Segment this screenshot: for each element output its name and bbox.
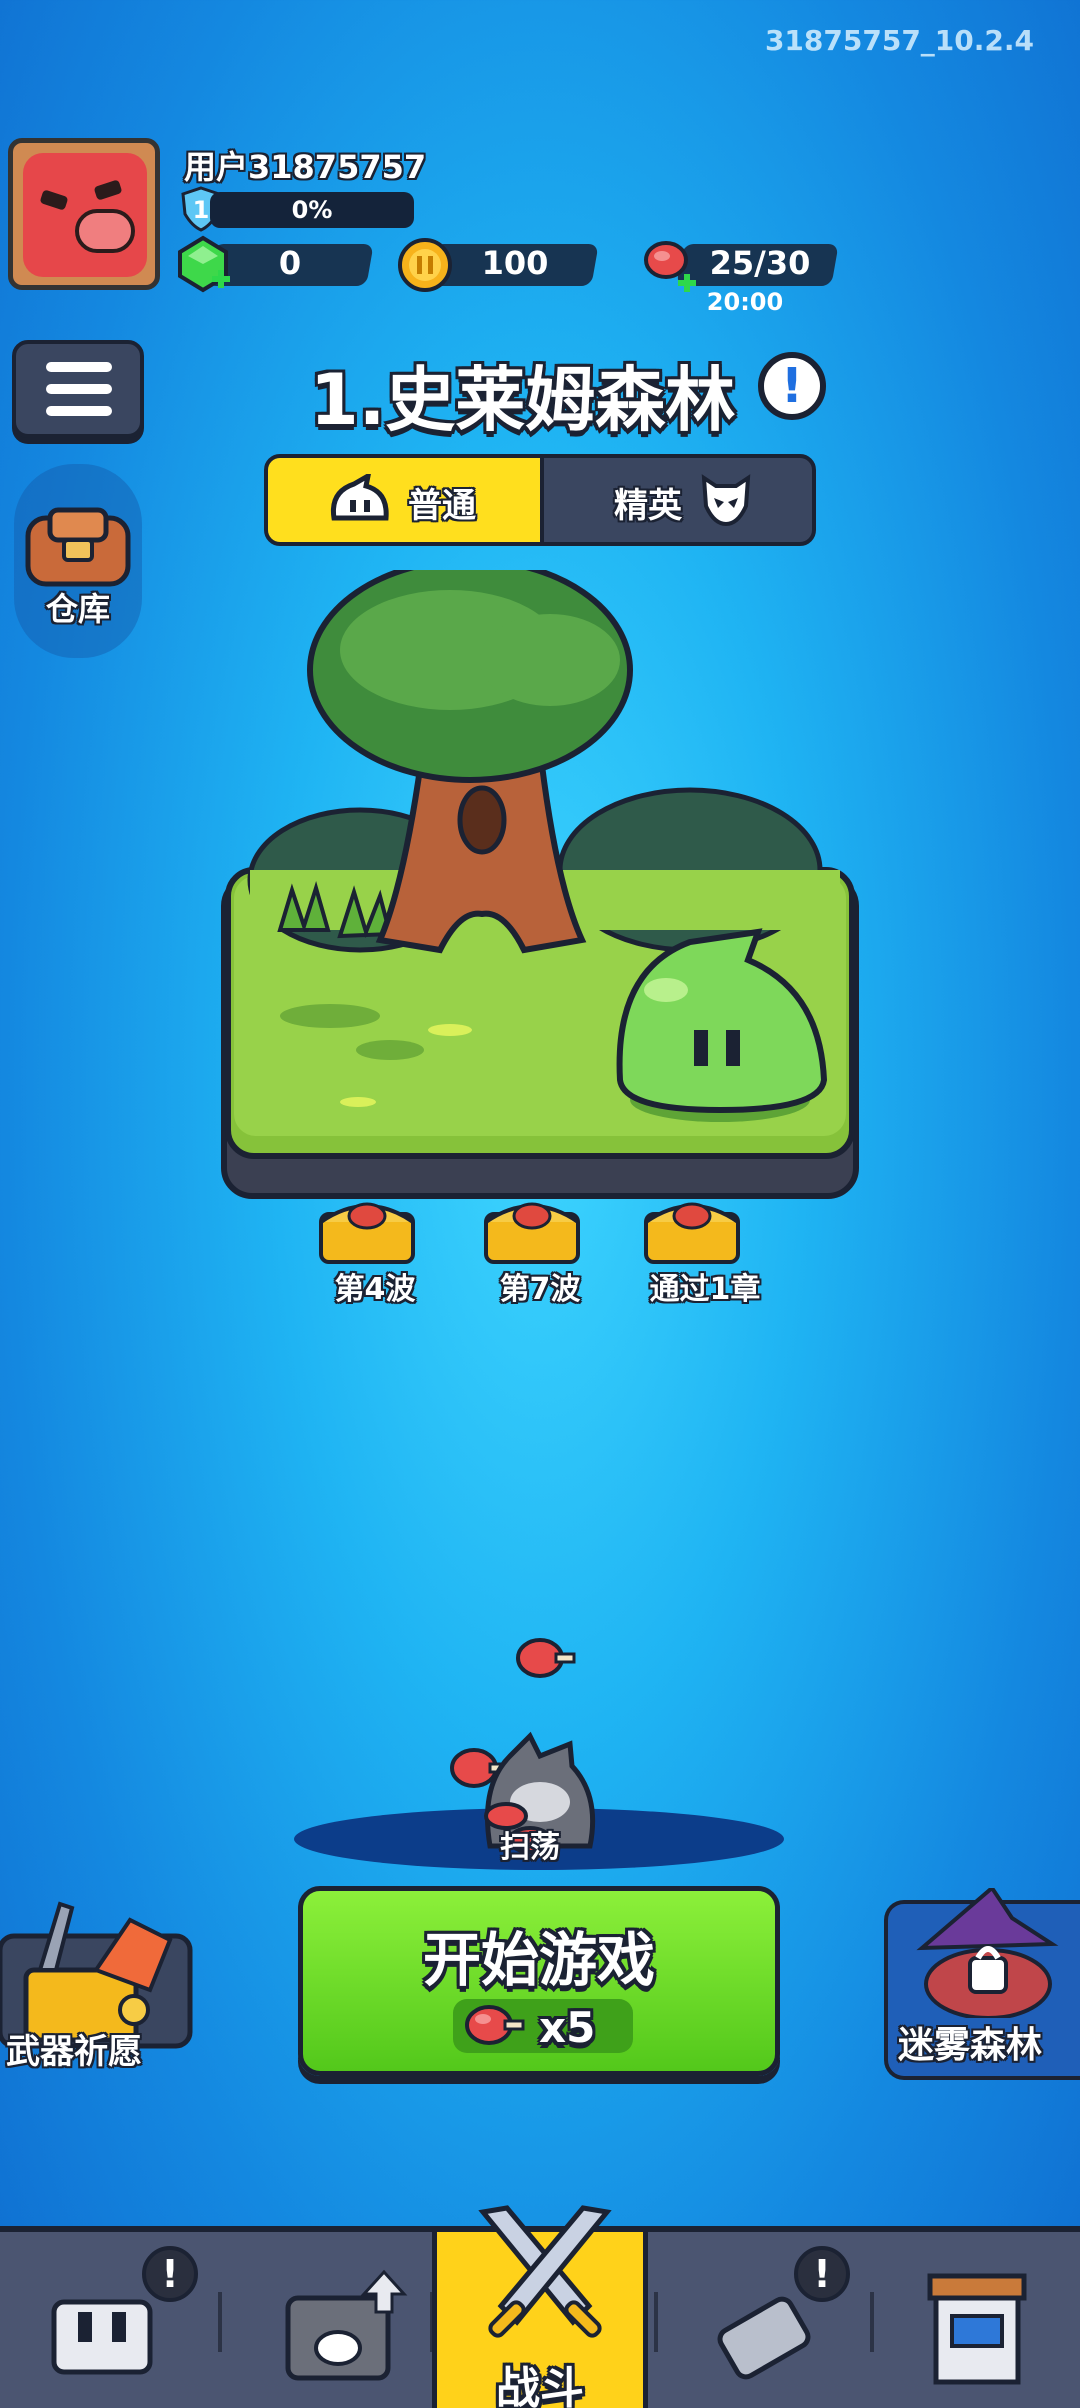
- witch-icon: [916, 1888, 1059, 2018]
- mist-forest-label: 迷雾森林: [898, 2025, 1043, 2066]
- chest-icon: [319, 1202, 415, 1264]
- player-name: 用户31875757: [184, 148, 427, 186]
- reward-label: 第4波: [334, 1272, 416, 1307]
- xp-progress-bar: 0%: [210, 192, 414, 228]
- reward-chest[interactable]: 第4波: [315, 1196, 435, 1308]
- start-game-label: 开始游戏: [422, 1926, 655, 1994]
- energy-count: 25/30: [709, 244, 811, 282]
- sweep-label[interactable]: 扫荡: [500, 1822, 560, 1866]
- bottom-nav: ! 战斗 !: [0, 2205, 1080, 2408]
- info-icon[interactable]: !: [758, 352, 826, 420]
- mode-elite-tab[interactable]: 精英: [614, 478, 682, 527]
- mode-toggle: 普通 精英: [264, 454, 816, 546]
- reward-chest[interactable]: 通过1章: [640, 1196, 770, 1308]
- meat-icon: [465, 2005, 525, 2045]
- energy-timer: 20:00: [706, 288, 784, 316]
- gem-count: 0: [278, 244, 302, 282]
- backpack-icon: [25, 507, 131, 587]
- chest-icon: [484, 1202, 580, 1264]
- nav-battle-tab[interactable]: 战斗: [432, 2205, 648, 2408]
- nav-tower-tab[interactable]: [872, 2232, 1080, 2408]
- shop-alert-icon: !: [142, 2246, 198, 2302]
- elite-skull-icon: [701, 474, 751, 527]
- reward-chest[interactable]: 第7波: [480, 1196, 600, 1308]
- menu-button[interactable]: [12, 340, 144, 438]
- coin-count: 100: [481, 244, 549, 282]
- player-avatar[interactable]: [8, 138, 160, 290]
- tower-icon: [927, 2273, 1027, 2385]
- shop-icon: [51, 2299, 153, 2375]
- warehouse-label: 仓库: [45, 590, 110, 628]
- start-game-button[interactable]: 开始游戏 x5: [298, 1886, 780, 2076]
- nav-equipment-tab[interactable]: [220, 2232, 436, 2408]
- mode-normal-tab[interactable]: [268, 458, 544, 542]
- chapter-scene-image[interactable]: [220, 570, 860, 1230]
- reward-label: 通过1章: [649, 1272, 761, 1307]
- player-level: 1: [193, 196, 210, 224]
- chapter-title: 1.史莱姆森林: [310, 359, 736, 441]
- nav-shop-tab[interactable]: !: [0, 2232, 216, 2408]
- chest-icon: [644, 1202, 740, 1264]
- start-cost: x5: [539, 2003, 596, 2052]
- xp-percent: 0%: [291, 196, 333, 224]
- weapon-wish-label: 武器祈愿: [6, 2032, 142, 2072]
- talent-alert-icon: !: [794, 2246, 850, 2302]
- meat-icon: [516, 1638, 576, 1678]
- nav-battle-label: 战斗: [496, 2363, 584, 2408]
- reward-label: 第7波: [499, 1272, 581, 1307]
- crossed-swords-icon: [478, 2205, 612, 2338]
- slime-face-icon: [330, 474, 389, 521]
- mode-normal-label: 普通: [408, 486, 476, 526]
- equipment-pig-icon: [285, 2269, 408, 2381]
- version-text: 31875757_10.2.4: [764, 24, 1034, 57]
- nav-talent-tab[interactable]: !: [656, 2232, 872, 2408]
